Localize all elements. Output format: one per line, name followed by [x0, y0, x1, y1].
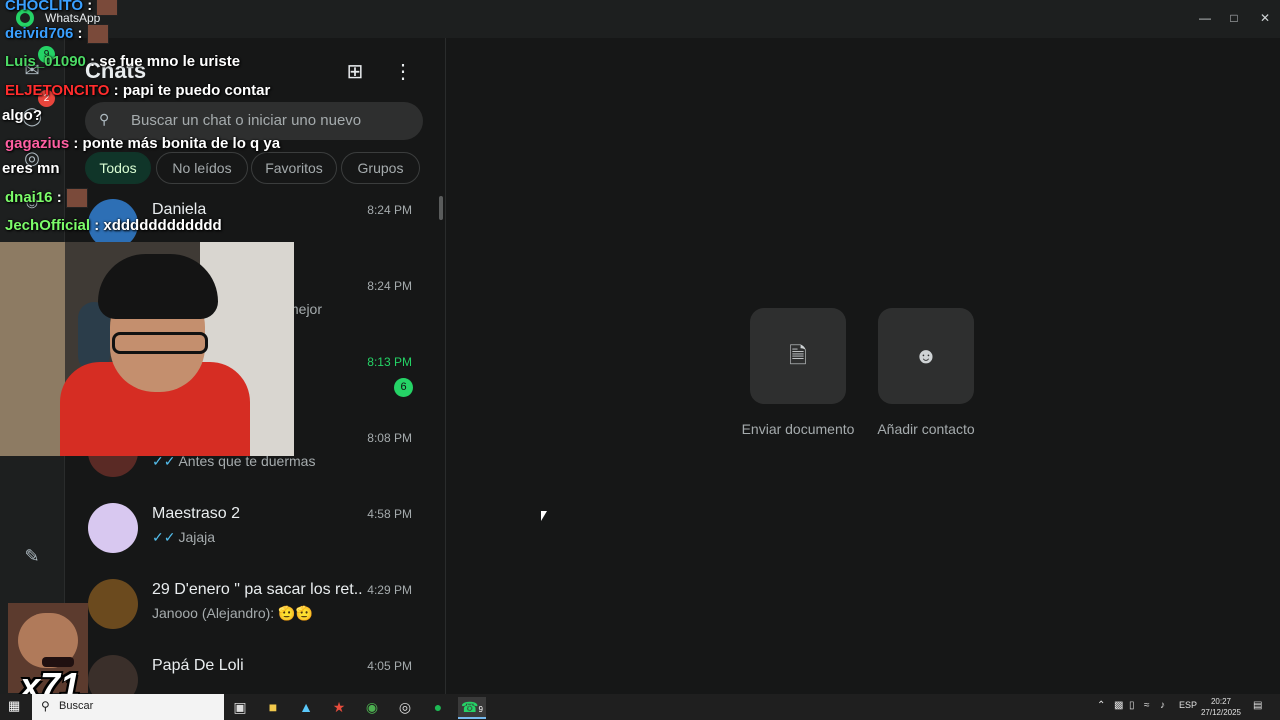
chat-name: 29 D'enero " pa sacar los ret...: [152, 581, 362, 598]
filter-grupos[interactable]: Grupos: [341, 152, 420, 184]
language-indicator[interactable]: ESP: [1179, 700, 1197, 710]
menu-icon[interactable]: ⋮: [391, 60, 415, 84]
whatsapp-taskbar-icon[interactable]: ☎9: [458, 697, 486, 719]
chat-time: 8:08 PM: [367, 431, 412, 445]
add-contact-button[interactable]: ☻: [878, 308, 974, 404]
filter-favoritos[interactable]: Favoritos: [251, 152, 337, 184]
meme-face: [18, 613, 78, 668]
minimize-button[interactable]: —: [1190, 6, 1220, 30]
chat-message: ponte más bonita de lo q ya: [82, 135, 281, 152]
maximize-button[interactable]: □: [1219, 6, 1249, 30]
chat-preview: Janooo (Alejandro): 🫡🫡: [152, 605, 313, 621]
taskbar-search-label: Buscar: [59, 700, 94, 712]
filter-todos[interactable]: Todos: [85, 152, 151, 184]
microphone-icon[interactable]: ▯: [1129, 700, 1135, 711]
chat-time: 4:29 PM: [367, 583, 412, 597]
title-bar: WhatsApp — □ ✕: [0, 0, 1280, 38]
chat-user: gagazius: [5, 135, 70, 152]
file-explorer-icon[interactable]: ■: [262, 697, 284, 717]
chat-message: se fue mno le uriste: [99, 53, 241, 70]
taskbar-search[interactable]: ⚲ Buscar: [32, 694, 224, 720]
taskbar: ▦ ⚲ Buscar ▣ ■ ▲ ★ ◉ ◎ ● ☎9 ⌃ ▩ ▯ ≈ ♪ ES…: [0, 694, 1280, 720]
emote-icon: [96, 0, 119, 16]
filter-no-leidos[interactable]: No leídos: [156, 152, 248, 184]
chat-user: Luis_01090: [5, 53, 86, 70]
document-icon: 🗎: [789, 343, 807, 368]
clock[interactable]: 20:27 27/12/2025: [1198, 696, 1244, 718]
whatsapp-taskbar-badge: 9: [478, 705, 483, 714]
search-icon: ⚲: [41, 699, 50, 713]
chat-time: 4:58 PM: [367, 507, 412, 521]
chat-time: 8:24 PM: [367, 203, 412, 217]
close-button[interactable]: ✕: [1250, 6, 1280, 30]
task-view-icon[interactable]: ▣: [229, 697, 251, 717]
send-document-button[interactable]: 🗎: [750, 308, 846, 404]
avatar: [88, 579, 138, 629]
background-door: [0, 242, 65, 456]
chat-message: xdddddddddddd: [103, 217, 222, 234]
chat-row[interactable]: Maestraso 2 4:58 PM ✓✓ Jajaja: [65, 492, 437, 568]
emote-icon: [65, 188, 88, 208]
scrollbar[interactable]: [439, 196, 443, 220]
chat-user: JechOfficial: [5, 217, 91, 234]
chrome-icon[interactable]: ◉: [361, 697, 383, 717]
chat-name: Papá De Loli: [152, 657, 244, 674]
mouse-cursor: [541, 511, 547, 521]
store-icon[interactable]: ▲: [295, 697, 317, 717]
new-chat-icon[interactable]: ⊞: [343, 60, 367, 84]
add-contact-label: Añadir contacto: [877, 421, 975, 437]
clock-date: 27/12/2025: [1200, 708, 1242, 717]
chat-message: papi te puedo contar: [122, 82, 271, 99]
main-pane: 🗎 Enviar documento ☻ Añadir contacto: [446, 38, 1280, 694]
chat-message: eres mn: [2, 160, 60, 177]
tray-chevron-icon[interactable]: ⌃: [1097, 700, 1105, 711]
unread-count-badge: 6: [394, 378, 413, 397]
emote-icon: [86, 24, 109, 44]
wifi-icon[interactable]: ≈: [1144, 700, 1150, 711]
chat-time: 8:13 PM: [367, 355, 412, 369]
add-contact-icon: ☻: [914, 343, 938, 368]
streamer-hair: [98, 254, 218, 319]
chat-user: ELJETONCITO: [5, 82, 110, 99]
chat-user: dnai16: [5, 188, 53, 206]
chat-time: 4:05 PM: [367, 659, 412, 673]
starred-icon[interactable]: ✎: [20, 544, 44, 568]
webcam-overlay: [0, 242, 294, 456]
volume-icon[interactable]: ♪: [1160, 700, 1165, 711]
avatar: [88, 503, 138, 553]
clock-time: 20:27: [1210, 697, 1232, 706]
chat-preview: ✓✓ Jajaja: [152, 529, 215, 546]
chat-preview-text: Jajaja: [178, 529, 216, 545]
chat-user: CHOCLITO: [5, 0, 84, 14]
glasses: [112, 332, 208, 354]
chat-message: algo?: [2, 107, 42, 124]
windows-start-icon[interactable]: ▦: [8, 699, 22, 713]
chat-row[interactable]: 29 D'enero " pa sacar los ret... 4:29 PM…: [65, 568, 437, 644]
obs-icon[interactable]: ◎: [394, 697, 416, 717]
spotify-icon[interactable]: ●: [427, 697, 449, 717]
chat-time: 8:24 PM: [367, 279, 412, 293]
notifications-icon[interactable]: ▤: [1253, 700, 1262, 711]
chat-user: deivid706: [5, 24, 74, 42]
search-icon: ⚲: [99, 111, 110, 127]
read-ticks-icon: ✓✓: [152, 529, 176, 545]
app-icon[interactable]: ★: [328, 697, 350, 717]
search-placeholder: Buscar un chat o iniciar uno nuevo: [131, 112, 362, 129]
chat-name: Maestraso 2: [152, 505, 241, 522]
network-icon[interactable]: ▩: [1114, 700, 1123, 711]
